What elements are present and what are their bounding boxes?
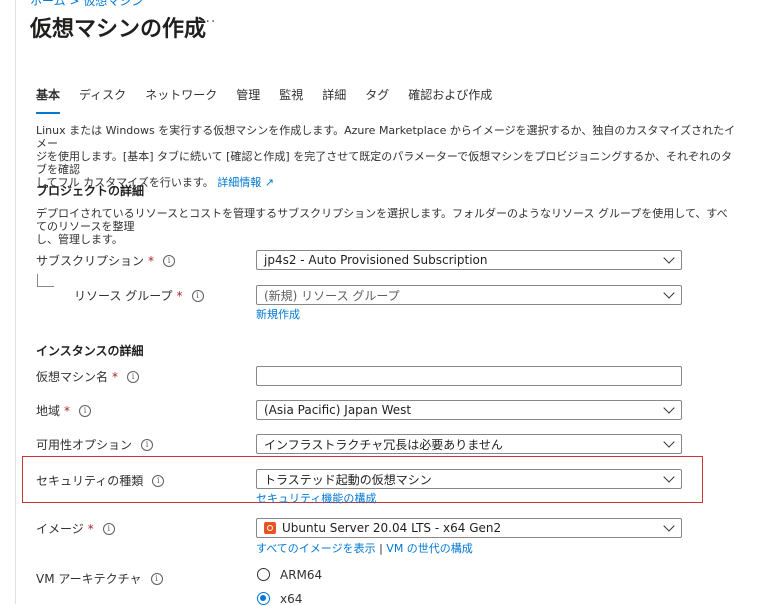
- availability-label: 可用性オプション i: [36, 436, 154, 453]
- info-icon[interactable]: i: [141, 438, 154, 451]
- project-description: デプロイされているリソースとコストを管理するサブスクリプションを選択します。フォ…: [36, 207, 728, 246]
- subscription-label: サブスクリプション * i: [36, 252, 176, 269]
- image-select[interactable]: Ubuntu Server 20.04 LTS - x64 Gen2: [256, 518, 682, 538]
- info-icon[interactable]: i: [163, 254, 176, 267]
- tab-network[interactable]: ネットワーク: [145, 86, 217, 114]
- tab-advanced[interactable]: 詳細: [322, 86, 346, 114]
- security-type-label: セキュリティの種類 i: [36, 472, 165, 489]
- resource-group-select[interactable]: (新規) リソース グループ: [256, 285, 682, 305]
- resource-group-label: リソース グループ * i: [74, 287, 204, 304]
- info-icon[interactable]: i: [79, 404, 92, 417]
- tab-disks[interactable]: ディスク: [79, 86, 126, 114]
- breadcrumb[interactable]: ホーム > 仮想マシン: [30, 0, 143, 9]
- info-icon[interactable]: i: [127, 370, 140, 383]
- region-select[interactable]: (Asia Pacific) Japan West: [256, 400, 682, 420]
- info-icon[interactable]: i: [191, 289, 204, 302]
- arch-arm64-label: ARM64: [280, 568, 323, 582]
- left-divider: [15, 0, 16, 604]
- required-mark: *: [64, 403, 71, 418]
- tree-connector: [37, 274, 54, 287]
- chevron-down-icon: [663, 520, 675, 532]
- external-link-icon: ↗: [264, 176, 274, 189]
- security-type-select[interactable]: トラステッド起動の仮想マシン: [256, 469, 682, 489]
- chevron-down-icon: [663, 436, 675, 448]
- link-separator: |: [379, 542, 383, 555]
- see-all-images-link[interactable]: すべてのイメージを表示: [256, 542, 376, 555]
- required-mark: *: [112, 369, 119, 384]
- info-icon[interactable]: i: [150, 572, 163, 585]
- subscription-select[interactable]: jp4s2 - Auto Provisioned Subscription: [256, 250, 682, 270]
- chevron-down-icon: [663, 287, 675, 299]
- arch-x64-radio[interactable]: [257, 592, 270, 605]
- vm-architecture-label: VM アーキテクチャ i: [36, 570, 163, 587]
- page-title: 仮想マシンの作成: [30, 17, 207, 42]
- intro-description: Linux または Windows を実行する仮想マシンを作成します。Azure…: [36, 124, 736, 189]
- tab-basics[interactable]: 基本: [36, 86, 61, 114]
- arch-arm64-radio[interactable]: [257, 568, 270, 581]
- info-icon[interactable]: i: [152, 474, 165, 487]
- project-details-heading: プロジェクトの詳細: [36, 184, 145, 198]
- tab-monitoring[interactable]: 監視: [279, 86, 303, 114]
- required-mark: *: [176, 288, 183, 303]
- tab-management[interactable]: 管理: [236, 86, 260, 114]
- image-links: すべてのイメージを表示 | VM の世代の構成: [256, 540, 473, 556]
- configure-vm-generation-link[interactable]: VM の世代の構成: [386, 542, 473, 555]
- required-mark: *: [148, 253, 155, 268]
- tab-tags[interactable]: タグ: [365, 86, 389, 114]
- chevron-down-icon: [663, 402, 675, 414]
- ubuntu-logo-icon: [264, 522, 276, 534]
- learn-more-link[interactable]: 詳細情報: [217, 176, 261, 189]
- image-label: イメージ * i: [36, 520, 115, 537]
- chevron-down-icon: [663, 252, 675, 264]
- info-icon[interactable]: i: [102, 522, 115, 535]
- instance-details-heading: インスタンスの詳細: [36, 344, 144, 358]
- more-options-button[interactable]: ···: [200, 14, 216, 30]
- required-mark: *: [87, 521, 94, 536]
- create-new-rg-link[interactable]: 新規作成: [256, 306, 300, 322]
- tab-bar: 基本 ディスク ネットワーク 管理 監視 詳細 タグ 確認および作成: [36, 86, 511, 114]
- vm-name-label: 仮想マシン名 * i: [36, 368, 140, 385]
- chevron-down-icon: [663, 471, 675, 483]
- configure-security-link[interactable]: セキュリティ機能の構成: [256, 490, 376, 506]
- availability-select[interactable]: インフラストラクチャ冗長は必要ありません: [256, 434, 682, 454]
- vm-name-input[interactable]: [256, 366, 682, 386]
- region-label: 地域 * i: [36, 402, 92, 419]
- tab-review-create[interactable]: 確認および作成: [408, 86, 492, 114]
